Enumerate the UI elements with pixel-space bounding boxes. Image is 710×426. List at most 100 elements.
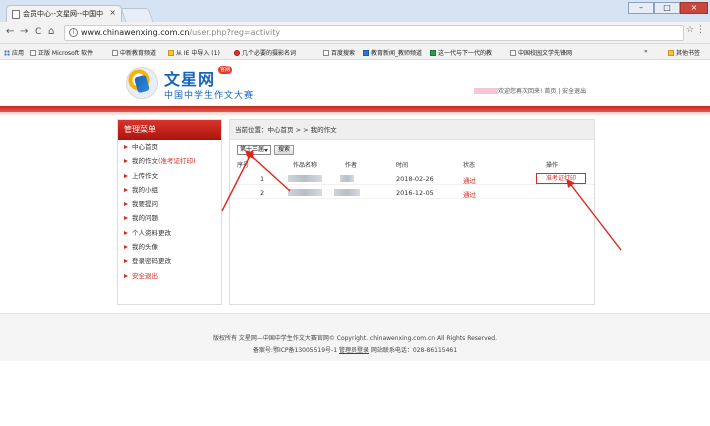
essay-title-redacted[interactable] (288, 175, 322, 184)
reload-icon[interactable]: C (35, 27, 41, 37)
address-bar[interactable]: i www.chinawenxing.com.cn/user.php?reg=a… (64, 25, 684, 41)
minimize-button[interactable]: – (628, 2, 654, 14)
home-icon[interactable]: ⌂ (48, 26, 54, 37)
bookmark-item[interactable]: 中国校园文学先锋网 (510, 48, 572, 57)
status-badge: 通过 (463, 191, 476, 199)
browser-tab[interactable]: 会员中心--文星网--中国中 × (6, 5, 122, 22)
logo-icon[interactable] (126, 67, 158, 99)
page-icon (30, 50, 36, 56)
triangle-right-icon (124, 273, 128, 278)
sidebar-item-profile[interactable]: 个人资料更改 (118, 226, 221, 240)
sidebar-item-logout[interactable]: 安全退出 (118, 269, 221, 283)
red-icon (234, 50, 240, 56)
bookmark-item[interactable]: 几个必要的摄影名词 (234, 48, 296, 57)
browser-titlebar: 会员中心--文星网--中国中 × – □ × (0, 0, 710, 22)
triangle-right-icon (124, 202, 128, 207)
apps-icon (4, 50, 10, 56)
bookmark-item[interactable]: 百度搜索 (323, 48, 355, 57)
triangle-right-icon (124, 245, 128, 250)
more-bookmarks-button[interactable]: » (644, 48, 648, 55)
admin-login-link[interactable]: 管理员登录 (339, 347, 369, 354)
sidebar-item-home[interactable]: 中心首页 (118, 140, 221, 154)
bookmark-item[interactable]: 这一代与下一代的教 (430, 48, 492, 57)
session-select[interactable]: 第十三届 (237, 145, 271, 155)
sidebar-item-my-essays[interactable]: 我的作文(准考证打印) (118, 154, 221, 168)
essay-title-redacted[interactable] (288, 189, 322, 198)
triangle-right-icon (124, 145, 128, 149)
user-links[interactable]: 欢迎您再次回来! 首页 | 安全退出 (474, 86, 586, 95)
sidebar-item-my-questions[interactable]: 我的问题 (118, 211, 221, 225)
page-icon (510, 50, 516, 56)
sidebar-item-groups[interactable]: 我的小组 (118, 183, 221, 197)
window-close-button[interactable]: × (680, 2, 708, 14)
sidebar-item-avatar[interactable]: 我的头像 (118, 240, 221, 254)
blurred-username (474, 88, 498, 94)
tab-title: 会员中心--文星网--中国中 (23, 10, 104, 18)
status-badge: 通过 (463, 177, 476, 185)
close-icon[interactable]: × (109, 8, 116, 17)
row-index: 1 (260, 175, 265, 183)
chevron-down-icon (264, 149, 268, 152)
green-icon (430, 50, 436, 56)
logo-subtitle: 中国中学生作文大赛 (164, 91, 255, 101)
page-icon (12, 10, 20, 19)
row-date: 2016-12-05 (396, 189, 434, 197)
bookmark-item[interactable]: 正版 Microsoft 软件 (30, 48, 93, 57)
header-divider (0, 106, 710, 116)
column-header: 状态 (463, 162, 476, 169)
back-arrow-icon[interactable]: ← (6, 26, 14, 37)
bookmark-apps[interactable]: 应用 (4, 48, 24, 57)
other-bookmarks[interactable]: 其他书签 (668, 48, 700, 57)
menu-icon[interactable]: ⋮ (696, 25, 705, 35)
footer-info: 备案号:鄂ICP备13005519号-1 管理员登录 网站联系电话：028-86… (252, 347, 458, 354)
triangle-right-icon (124, 259, 128, 264)
author-redacted (334, 189, 360, 198)
sidebar-title: 管理菜单 (118, 120, 221, 140)
folder-icon (668, 50, 674, 56)
main-panel: 当前位置：中心首页 > > 我的作文 第十三届 搜索 序号 作品名称 作者 时间… (229, 119, 595, 305)
url-host: www.chinawenxing.com.cn (81, 28, 190, 37)
site-header: 文星网 官网 中国中学生作文大赛 欢迎您再次回来! 首页 | 安全退出 (0, 61, 710, 109)
new-tab-button[interactable] (120, 8, 154, 22)
sidebar-item-password[interactable]: 登录密码更改 (118, 254, 221, 268)
sidebar: 管理菜单 中心首页 我的作文(准考证打印) 上传作文 我的小组 我要提问 我的问… (117, 119, 222, 305)
triangle-right-icon (124, 230, 128, 235)
triangle-right-icon (124, 159, 128, 164)
folder-icon (168, 50, 174, 56)
triangle-right-icon (124, 216, 128, 221)
page-icon (112, 50, 118, 56)
search-button[interactable]: 搜索 (274, 145, 294, 155)
column-header: 作品名称 (293, 162, 318, 169)
triangle-right-icon (124, 187, 128, 192)
bookmark-folder[interactable]: 从 IE 中导入 (1) (168, 48, 220, 57)
sidebar-item-ask[interactable]: 我要提问 (118, 197, 221, 211)
print-admission-ticket-link[interactable]: 准考证打印 (536, 173, 586, 184)
admission-ticket-hint: (准考证打印) (158, 157, 196, 166)
column-header: 操作 (546, 162, 559, 169)
row-date: 2018-02-26 (396, 175, 434, 183)
baidu-icon (323, 50, 329, 56)
forward-arrow-icon[interactable]: → (20, 26, 28, 37)
logo-badge: 官网 (218, 66, 232, 74)
column-header: 作者 (345, 162, 358, 169)
bookmark-item[interactable]: 中新教育频道 (112, 48, 156, 57)
bookmark-item[interactable]: 教育新闻_教师频道 (363, 48, 422, 57)
table-row: 2 2016-12-05 通过 (230, 186, 594, 199)
bookmarks-bar: 应用 正版 Microsoft 软件 中新教育频道 从 IE 中导入 (1) 几… (0, 44, 710, 60)
breadcrumb: 当前位置：中心首页 > > 我的作文 (230, 120, 594, 140)
copyright-text: 版权所有 文星网—中国中学生作文大赛官网© Copyright. chinawe… (212, 335, 498, 342)
url-path: /user.php?reg=activity (189, 28, 281, 37)
triangle-right-icon (124, 173, 128, 178)
site-footer: 版权所有 文星网—中国中学生作文大赛官网© Copyright. chinawe… (0, 313, 710, 361)
column-header: 时间 (396, 162, 409, 169)
table-header: 序号 作品名称 作者 时间 状态 操作 (230, 160, 594, 170)
info-icon[interactable]: i (69, 28, 78, 37)
author-redacted (340, 175, 354, 184)
maximize-button[interactable]: □ (654, 2, 680, 14)
logo-title[interactable]: 文星网 (164, 66, 215, 90)
row-index: 2 (260, 189, 265, 197)
table-row: 1 2018-02-26 通过 准考证打印 (230, 172, 594, 185)
bookmark-star-icon[interactable]: ☆ (686, 25, 694, 35)
welcome-text: 欢迎您再次回来! 首页 | 安全退出 (498, 88, 587, 95)
sidebar-item-upload[interactable]: 上传作文 (118, 169, 221, 183)
